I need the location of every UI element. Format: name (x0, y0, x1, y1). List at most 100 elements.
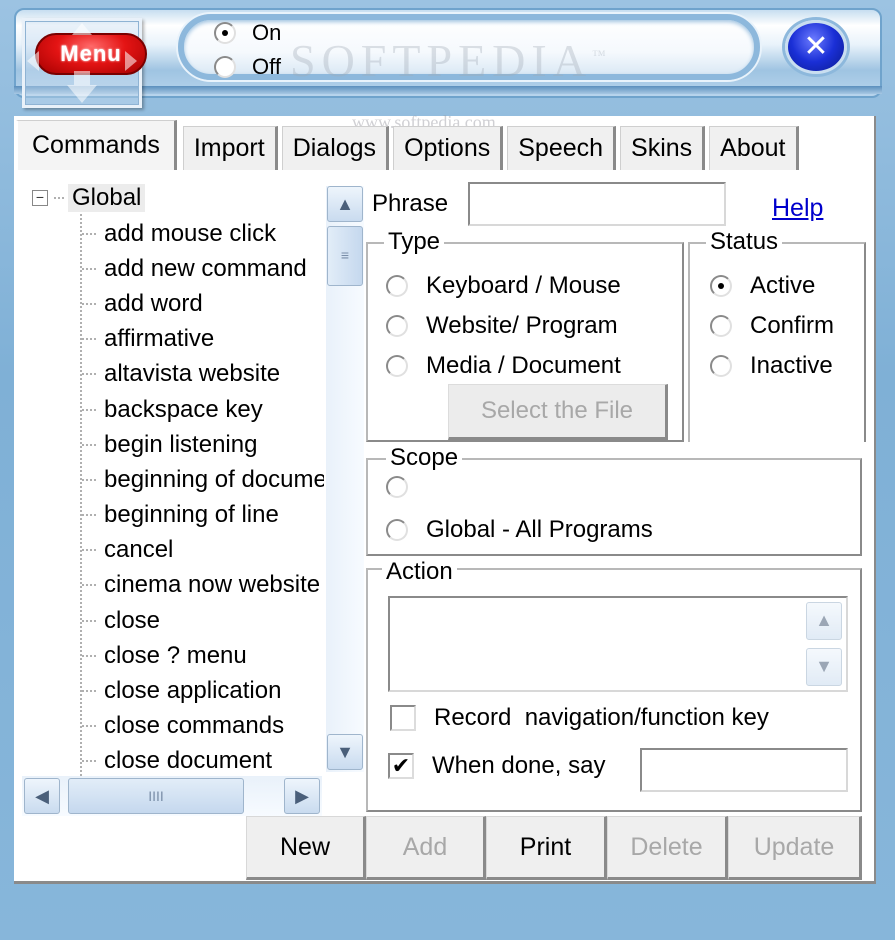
type-option-keyboard-mouse[interactable]: Keyboard / Mouse (386, 272, 621, 300)
power-on-label: On (252, 20, 282, 45)
scope-global-radio[interactable] (386, 519, 408, 541)
tree-item[interactable]: altavista website (82, 357, 324, 392)
tree-item-label: beginning of line (104, 501, 279, 529)
phrase-input[interactable] (468, 182, 726, 226)
record-nav-key-option[interactable]: Record navigation/function key (390, 704, 769, 732)
when-done-option[interactable]: ✔ When done, say (388, 752, 605, 780)
update-button[interactable]: Update (728, 816, 862, 880)
tree-item[interactable]: close application (82, 673, 324, 708)
tree-item-list: add mouse click add new command add word af… (82, 216, 324, 778)
tree-item[interactable]: close document (82, 744, 324, 778)
power-toggle: On Off (214, 16, 281, 84)
tree-horizontal-scrollbar[interactable]: ◀ IIII ▶ (22, 776, 322, 816)
menu-button[interactable]: Menu (22, 18, 147, 108)
status-group-title: Status (706, 228, 783, 256)
scroll-left-button[interactable]: ◀ (24, 778, 60, 814)
status-option-active[interactable]: Active (710, 272, 815, 300)
chevron-up-icon: ▲ (815, 610, 833, 630)
new-button[interactable]: New (246, 816, 366, 880)
tree-item[interactable]: add word (82, 286, 324, 321)
power-on-option[interactable]: On (214, 16, 281, 50)
record-nav-key-checkbox[interactable] (390, 705, 416, 731)
type-option-label: Media / Document (426, 352, 621, 379)
scope-option-global[interactable]: Global - All Programs (386, 516, 653, 544)
tree-item[interactable]: beginning of document (82, 462, 324, 497)
tab-about[interactable]: About (709, 126, 799, 170)
select-file-button[interactable]: Select the File (448, 384, 668, 440)
tree-item[interactable]: close (82, 603, 324, 638)
status-inactive-radio[interactable] (710, 355, 732, 377)
chevron-left-icon: ◀ (35, 786, 49, 806)
record-nav-key-label: Record navigation/function key (434, 704, 769, 731)
tab-import[interactable]: Import (182, 126, 278, 170)
tree-item[interactable]: beginning of line (82, 498, 324, 533)
type-option-label: Keyboard / Mouse (426, 272, 621, 299)
tree-vertical-scrollbar[interactable]: ▲ ≡ ▼ (326, 186, 364, 772)
help-link[interactable]: Help (772, 194, 823, 223)
status-option-inactive[interactable]: Inactive (710, 352, 833, 380)
type-media-document-radio[interactable] (386, 355, 408, 377)
action-scroll-down-button[interactable]: ▼ (806, 648, 842, 686)
type-option-website-program[interactable]: Website/ Program (386, 312, 618, 340)
tree-item[interactable]: close ? menu (82, 638, 324, 673)
status-option-label: Inactive (750, 352, 833, 379)
command-tree[interactable]: − Global add mouse click add new command a… (24, 180, 324, 778)
tree-item[interactable]: close commands (82, 709, 324, 744)
status-confirm-radio[interactable] (710, 315, 732, 337)
tree-item[interactable]: add mouse click (82, 216, 324, 251)
when-done-checkbox[interactable]: ✔ (388, 753, 414, 779)
chevron-up-icon: ▲ (336, 194, 354, 214)
tab-commands[interactable]: Commands (16, 120, 177, 170)
tree-item[interactable]: cancel (82, 533, 324, 568)
tab-label: Dialogs (292, 134, 377, 162)
type-keyboard-mouse-radio[interactable] (386, 275, 408, 297)
tree-item-label: backspace key (104, 395, 263, 423)
header-stripe (14, 86, 882, 94)
type-option-media-document[interactable]: Media / Document (386, 352, 621, 380)
scroll-right-button[interactable]: ▶ (284, 778, 320, 814)
tab-label: Skins (631, 134, 693, 162)
tab-speech[interactable]: Speech (507, 126, 617, 170)
tab-label: Commands (32, 131, 160, 159)
type-website-program-radio[interactable] (386, 315, 408, 337)
action-scroll-up-button[interactable]: ▲ (806, 602, 842, 640)
scope-group: Scope Global - All Programs (366, 444, 862, 556)
power-off-option[interactable]: Off (214, 50, 281, 84)
status-active-radio[interactable] (710, 275, 732, 297)
when-done-say-input[interactable] (640, 748, 848, 792)
tree-item-label: add word (104, 289, 203, 317)
menu-button-label: Menu (35, 33, 147, 75)
tree-item-label: add new command (104, 254, 307, 282)
horizontal-scroll-thumb[interactable]: IIII (68, 778, 244, 814)
tree-item[interactable]: backspace key (82, 392, 324, 427)
scroll-down-button[interactable]: ▼ (327, 734, 363, 770)
tree-item[interactable]: cinema now website (82, 568, 324, 603)
tab-label: About (720, 134, 786, 162)
tree-item-label: close application (104, 677, 282, 705)
tree-item-label: close commands (104, 712, 285, 740)
tab-options[interactable]: Options (393, 126, 504, 170)
delete-button[interactable]: Delete (607, 816, 728, 880)
vertical-scroll-thumb[interactable]: ≡ (327, 226, 363, 286)
tree-item-label: close (104, 606, 161, 634)
scope-option-current[interactable] (386, 476, 426, 498)
action-textarea[interactable]: ▲ ▼ (388, 596, 848, 692)
tab-skins[interactable]: Skins (620, 126, 706, 170)
scroll-up-button[interactable]: ▲ (327, 186, 363, 222)
tree-item-label: cancel (104, 536, 174, 564)
tab-dialogs[interactable]: Dialogs (281, 126, 390, 170)
power-off-radio[interactable] (214, 56, 236, 78)
print-button[interactable]: Print (486, 816, 607, 880)
scope-group-title: Scope (386, 444, 463, 472)
checkmark-icon: ✔ (391, 753, 411, 778)
power-on-radio[interactable] (214, 22, 236, 44)
collapse-icon[interactable]: − (32, 190, 48, 206)
status-option-confirm[interactable]: Confirm (710, 312, 834, 340)
close-button[interactable]: ✕ (785, 20, 847, 74)
tree-item[interactable]: add new command (82, 251, 324, 286)
tree-item[interactable]: affirmative (82, 322, 324, 357)
tree-root-global[interactable]: − Global (32, 184, 146, 212)
add-button[interactable]: Add (366, 816, 486, 880)
tree-item[interactable]: begin listening (82, 427, 324, 462)
scope-current-radio[interactable] (386, 476, 408, 498)
